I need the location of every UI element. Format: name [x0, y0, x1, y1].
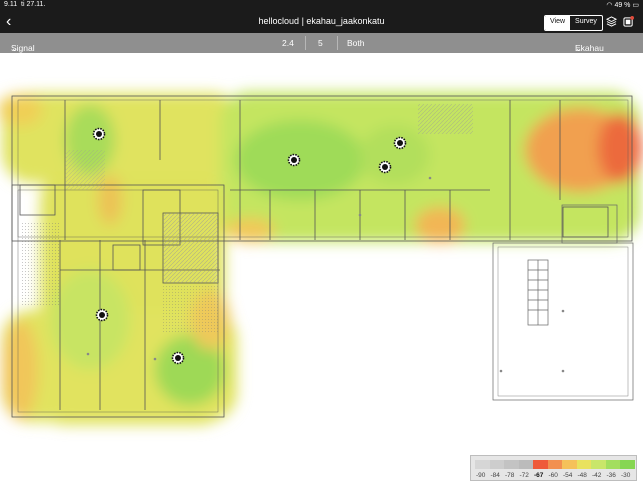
- divider: [337, 36, 338, 50]
- legend-swatch: [605, 460, 620, 469]
- legend-swatch: [533, 460, 548, 469]
- legend-swatch: [562, 460, 577, 469]
- survey-tab[interactable]: Survey: [570, 16, 602, 30]
- access-point-marker[interactable]: [92, 127, 106, 141]
- stair-hatch: [163, 213, 218, 283]
- legend-label: -54: [563, 472, 573, 479]
- legend-swatch: [518, 460, 533, 469]
- mode-segmented-control: View Survey: [544, 15, 603, 31]
- status-time: 9.11 ti 27.11.: [4, 1, 46, 8]
- legend-swatch: [576, 460, 591, 469]
- status-date: ti 27.11.: [21, 1, 46, 8]
- battery-status: ◠ 49 % ▭: [606, 2, 639, 9]
- divider: [305, 36, 306, 50]
- legend-label: -60: [548, 472, 558, 479]
- legend-swatch: [475, 460, 490, 469]
- band-mode-filter[interactable]: Both: [347, 38, 365, 48]
- stair-hatch: [418, 104, 473, 134]
- legend-label: -36: [606, 472, 616, 479]
- signal-legend: -90 -84 -78 -72 -67 -60 -54 -48 -42 -36 -30: [470, 455, 637, 481]
- stair-hatch: [65, 150, 105, 190]
- corridor-dots: [20, 222, 60, 307]
- channel-filter[interactable]: 5: [318, 38, 323, 48]
- wifi-icon: ◠: [606, 2, 613, 9]
- access-point-marker[interactable]: [287, 153, 301, 167]
- legend-swatch: [620, 460, 635, 469]
- access-point-marker[interactable]: [171, 351, 185, 365]
- view-tab[interactable]: View: [545, 16, 571, 30]
- legend-label: -78: [505, 472, 515, 479]
- corridor-dots: [163, 284, 218, 334]
- signal-heatmap: [0, 92, 642, 425]
- access-point-marker[interactable]: [378, 160, 392, 174]
- legend-label: -48: [577, 472, 587, 479]
- access-point-icon[interactable]: [623, 16, 634, 27]
- floor-plan-heatmap[interactable]: [0, 53, 643, 482]
- band-filter[interactable]: 2.4: [282, 38, 294, 48]
- access-point-marker[interactable]: [393, 136, 407, 150]
- layers-icon[interactable]: [606, 16, 617, 27]
- legend-label: -90: [476, 472, 486, 479]
- legend-label: -42: [592, 472, 602, 479]
- legend-label: -67: [534, 472, 544, 479]
- legend-swatch: [547, 460, 562, 469]
- battery-icon: ▭: [632, 2, 639, 9]
- legend-label: -84: [490, 472, 500, 479]
- legend-swatch: [504, 460, 519, 469]
- legend-swatch: [591, 460, 606, 469]
- status-bar: 9.11 ti 27.11. ◠ 49 % ▭: [0, 0, 643, 11]
- legend-label: -72: [519, 472, 529, 479]
- visualization-toolbar: Signal Strength ⌄ 2.4 5 Both Ekahau LAN …: [0, 33, 643, 63]
- legend-label: -30: [621, 472, 631, 479]
- legend-swatch: [489, 460, 504, 469]
- nav-bar: ‹ hellocloud | ekahau_jaakonkatu View Su…: [0, 11, 643, 33]
- access-point-marker[interactable]: [95, 308, 109, 322]
